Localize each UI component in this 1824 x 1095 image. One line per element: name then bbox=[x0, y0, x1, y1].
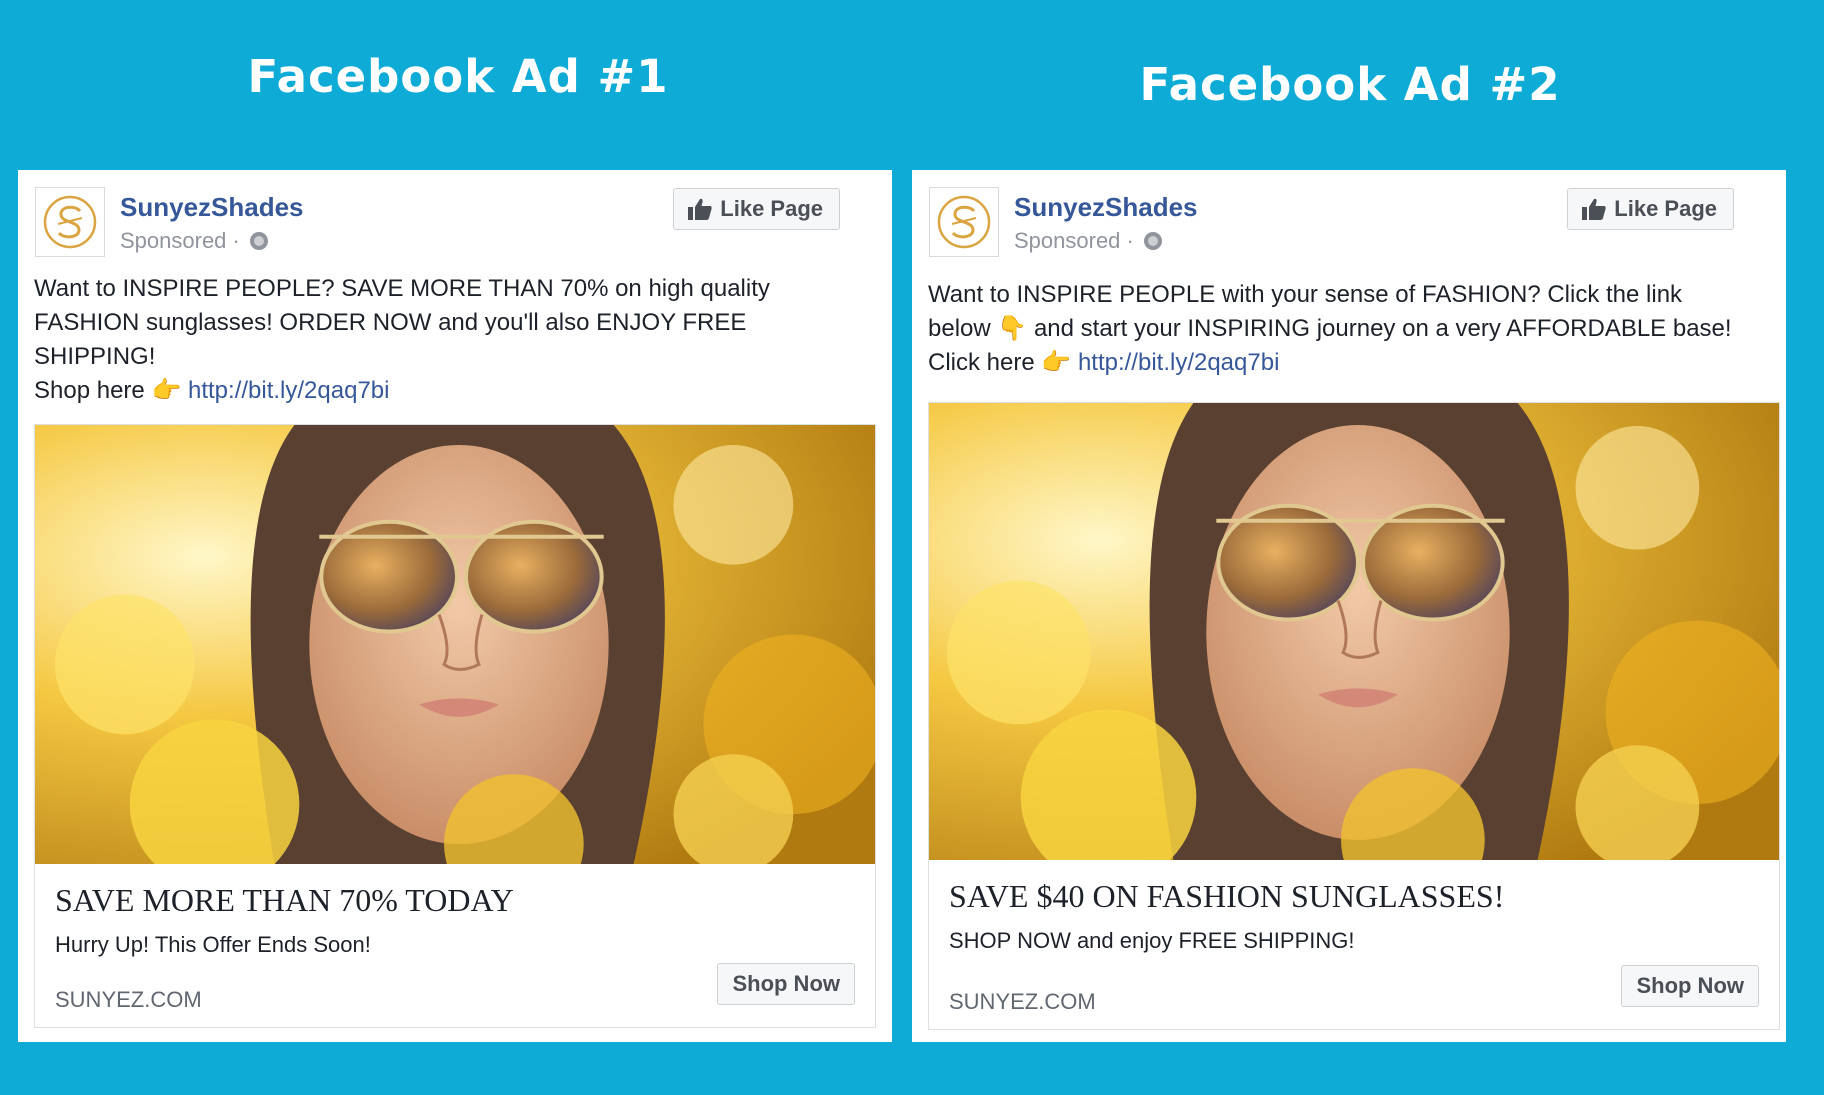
like-page-label: Like Page bbox=[720, 196, 823, 221]
thumbs-up-icon bbox=[688, 198, 712, 220]
below-text: below bbox=[928, 315, 991, 342]
post-text: Want to INSPIRE PEOPLE with your sense o… bbox=[928, 278, 1773, 380]
post-text: Want to INSPIRE PEOPLE? SAVE MORE THAN 7… bbox=[34, 272, 879, 408]
link-preview[interactable]: SAVE $40 ON FASHION SUNGLASSES! SHOP NOW… bbox=[928, 860, 1780, 1030]
sponsored-text: Sponsored · bbox=[120, 228, 240, 253]
shop-now-button[interactable]: Shop Now bbox=[1621, 965, 1759, 1007]
journey-text: and start your INSPIRING journey on a ve… bbox=[1033, 315, 1732, 342]
brand-logo-icon bbox=[937, 195, 991, 249]
ad-headline[interactable]: SAVE $40 ON FASHION SUNGLASSES! bbox=[949, 878, 1504, 915]
globe-icon bbox=[1143, 232, 1162, 250]
globe-icon bbox=[249, 232, 268, 250]
ad-card-1: SunyezShades Sponsored · Like Page Want … bbox=[18, 170, 892, 1042]
post-line: SHIPPING! bbox=[34, 343, 156, 370]
post-line: below 👇 and start your INSPIRING journey… bbox=[928, 312, 1773, 346]
ad-headline[interactable]: SAVE MORE THAN 70% TODAY bbox=[55, 882, 514, 919]
sponsored-text: Sponsored · bbox=[1014, 228, 1134, 253]
shop-here-text: Shop here bbox=[34, 377, 145, 404]
sponsored-label: Sponsored · bbox=[1014, 228, 1162, 254]
post-link[interactable]: http://bit.ly/2qaq7bi bbox=[1078, 349, 1279, 376]
page-name[interactable]: SunyezShades bbox=[1014, 192, 1198, 223]
page-name[interactable]: SunyezShades bbox=[120, 192, 304, 223]
ad-2-title: Facebook Ad #2 bbox=[1139, 58, 1561, 111]
post-link[interactable]: http://bit.ly/2qaq7bi bbox=[188, 377, 389, 404]
shop-now-button[interactable]: Shop Now bbox=[717, 963, 855, 1005]
woman-sunglasses-photo bbox=[35, 425, 875, 864]
woman-sunglasses-photo bbox=[929, 403, 1779, 860]
pointing-right-icon: 👉 bbox=[1041, 349, 1072, 376]
like-page-button[interactable]: Like Page bbox=[673, 188, 840, 230]
page-logo[interactable] bbox=[929, 187, 999, 257]
post-line: FASHION sunglasses! ORDER NOW and you'll… bbox=[34, 309, 747, 336]
like-page-label: Like Page bbox=[1614, 196, 1717, 221]
ad-description: Hurry Up! This Offer Ends Soon! bbox=[55, 932, 371, 957]
ad-domain: SUNYEZ.COM bbox=[949, 989, 1096, 1014]
ad-card-2: SunyezShades Sponsored · Like Page Want … bbox=[912, 170, 1786, 1042]
post-line: Want to INSPIRE PEOPLE? SAVE MORE THAN 7… bbox=[34, 275, 770, 302]
pointing-down-icon: 👇 bbox=[997, 315, 1028, 342]
page-logo[interactable] bbox=[35, 187, 105, 257]
ad-domain: SUNYEZ.COM bbox=[55, 987, 202, 1012]
ad-1-title: Facebook Ad #1 bbox=[247, 50, 669, 103]
like-page-button[interactable]: Like Page bbox=[1567, 188, 1734, 230]
pointing-right-icon: 👉 bbox=[151, 377, 182, 404]
ad-image[interactable] bbox=[928, 402, 1780, 860]
click-here-text: Click here bbox=[928, 349, 1035, 376]
ad-description: SHOP NOW and enjoy FREE SHIPPING! bbox=[949, 928, 1355, 953]
ad-image[interactable] bbox=[34, 424, 876, 864]
link-preview[interactable]: SAVE MORE THAN 70% TODAY Hurry Up! This … bbox=[34, 864, 876, 1028]
post-line: Click here 👉 http://bit.ly/2qaq7bi bbox=[928, 346, 1773, 380]
sponsored-label: Sponsored · bbox=[120, 228, 268, 254]
post-line: Shop here 👉 http://bit.ly/2qaq7bi bbox=[34, 374, 879, 408]
thumbs-up-icon bbox=[1582, 198, 1606, 220]
post-line: Want to INSPIRE PEOPLE with your sense o… bbox=[928, 281, 1683, 308]
brand-logo-icon bbox=[43, 195, 97, 249]
